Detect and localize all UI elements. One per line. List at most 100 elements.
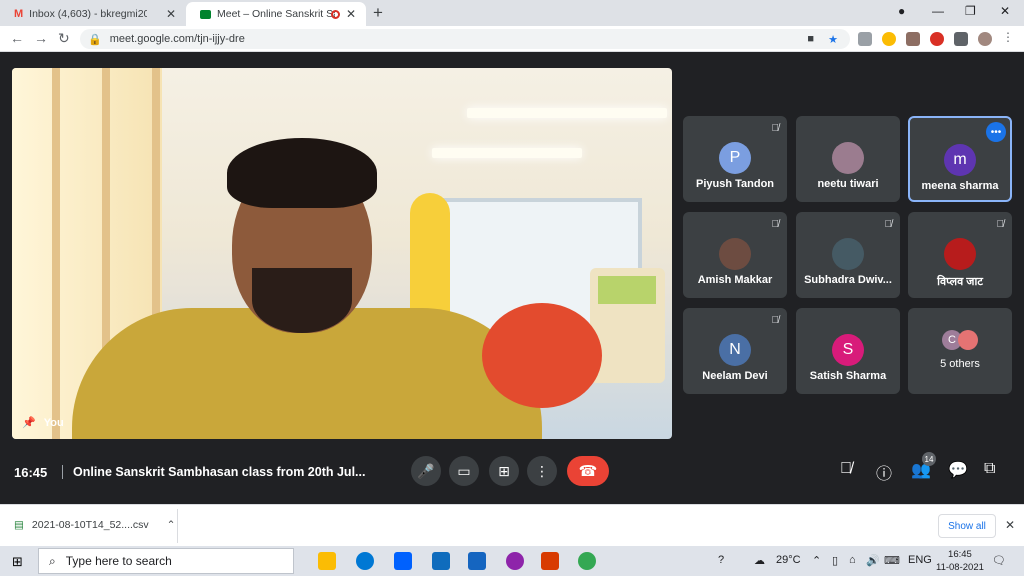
pencil-character: [410, 193, 450, 323]
participant-name: Neelam Devi: [702, 370, 768, 382]
participant-name: Subhadra Dwiv...: [804, 274, 892, 286]
chat-icon[interactable]: 💬: [948, 460, 968, 480]
microphone-button[interactable]: 🎤: [411, 456, 441, 486]
avatar: m: [944, 144, 976, 176]
download-item[interactable]: ▤ 2021-08-10T14_52....csv ⌃: [14, 519, 175, 531]
present-screen-button[interactable]: ⊞: [489, 456, 519, 486]
mic-off-icon: 🎙̸: [771, 315, 780, 326]
battery-icon[interactable]: ▯: [832, 554, 838, 567]
camera-icon[interactable]: ■: [807, 33, 814, 45]
more-options-button[interactable]: ⋮: [527, 456, 557, 486]
avatar: [958, 330, 978, 350]
participant-tile[interactable]: 🎙̸ N Neelam Devi: [683, 308, 787, 394]
chevron-up-icon[interactable]: ⌃: [167, 519, 176, 531]
puzzle-icon[interactable]: [954, 32, 968, 46]
file-explorer-icon[interactable]: [318, 552, 336, 570]
volume-icon[interactable]: 🔊: [866, 554, 880, 567]
weather-icon: ☁: [754, 555, 765, 567]
menu-dots-icon[interactable]: ⋮: [1002, 30, 1016, 44]
chevron-up-icon[interactable]: ⌃: [812, 554, 821, 567]
participant-name: meena sharma: [921, 180, 999, 192]
participant-tile[interactable]: S Satish Sharma: [796, 308, 900, 394]
avatar: N: [719, 334, 751, 366]
mute-all-icon[interactable]: 🎙̸: [840, 460, 852, 478]
reload-icon[interactable]: ↻: [58, 30, 70, 47]
close-shelf-icon[interactable]: ✕: [1005, 518, 1015, 532]
office-icon[interactable]: [541, 552, 559, 570]
participant-tile-active[interactable]: ••• m meena sharma: [908, 116, 1012, 202]
tab-search-icon[interactable]: ●: [898, 4, 905, 18]
network-icon[interactable]: ⌂: [849, 554, 856, 566]
mic-off-icon: 🎙̸: [771, 219, 780, 230]
participant-tile[interactable]: 🎙̸ विप्लव जाट: [908, 212, 1012, 298]
tab-gmail[interactable]: M Inbox (4,603) - bkregmi2016@gm ✕: [0, 2, 186, 26]
extension-icon[interactable]: [858, 32, 872, 46]
gmail-icon: M: [14, 8, 24, 20]
activities-icon[interactable]: ⧉: [984, 460, 995, 478]
search-placeholder: Type here to search: [65, 554, 172, 568]
pin-icon[interactable]: 📌: [22, 416, 36, 429]
system-clock[interactable]: 16:45 11-08-2021: [936, 548, 984, 574]
taskbar-search[interactable]: ⌕ Type here to search: [38, 548, 294, 574]
url-field[interactable]: 🔒 meet.google.com/tjn-ijjy-dre ■ ★: [80, 29, 850, 49]
participant-tile[interactable]: 🎙̸ Subhadra Dwiv...: [796, 212, 900, 298]
recording-icon: [331, 9, 340, 19]
calculator-character: [590, 268, 665, 383]
extension-icon[interactable]: [906, 32, 920, 46]
participant-tile[interactable]: neetu tiwari: [796, 116, 900, 202]
maximize-button[interactable]: ❐: [965, 4, 976, 18]
close-tab-icon[interactable]: ✕: [346, 7, 356, 21]
minimize-button[interactable]: —: [932, 4, 944, 18]
chrome-icon[interactable]: [578, 552, 596, 570]
show-all-button[interactable]: Show all: [938, 514, 996, 538]
self-video: 📌 You: [12, 68, 672, 439]
dropbox-icon[interactable]: [394, 552, 412, 570]
mic-off-icon: 🎙̸: [771, 123, 780, 134]
avatar: [832, 238, 864, 270]
self-name: You: [43, 416, 64, 429]
more-options-icon[interactable]: •••: [986, 122, 1006, 142]
avatar: S: [832, 334, 864, 366]
end-call-button[interactable]: ☎: [567, 456, 609, 486]
windows-start-icon[interactable]: ⊞: [12, 554, 23, 570]
new-tab-button[interactable]: +: [373, 3, 383, 23]
keyboard-icon[interactable]: ⌨: [884, 554, 900, 567]
extension-icon[interactable]: [882, 32, 896, 46]
app-icon[interactable]: [432, 552, 450, 570]
notifications-icon[interactable]: 🗨: [992, 554, 1006, 567]
profile-avatar[interactable]: [978, 32, 992, 46]
participant-tile[interactable]: 🎙̸ P Piyush Tandon: [683, 116, 787, 202]
tab-meet[interactable]: Meet – Online Sanskrit Samb ✕: [186, 2, 366, 26]
help-icon[interactable]: ?: [718, 554, 724, 566]
language-indicator[interactable]: ENG: [908, 554, 932, 566]
participant-name: neetu tiwari: [817, 178, 879, 190]
apple-character: [482, 303, 602, 408]
mic-off-icon: 🎙̸: [996, 219, 1005, 230]
camera-button[interactable]: ▭: [449, 456, 479, 486]
temperature[interactable]: 29°C: [776, 554, 801, 566]
clock-time: 16:45: [948, 549, 972, 560]
close-window-button[interactable]: ✕: [1000, 4, 1010, 18]
close-tab-icon[interactable]: ✕: [166, 7, 176, 21]
back-icon[interactable]: ←: [10, 30, 24, 46]
meeting-title: Online Sanskrit Sambhasan class from 20t…: [62, 465, 365, 479]
others-tile[interactable]: C 5 others: [908, 308, 1012, 394]
avatar: [832, 142, 864, 174]
csv-file-icon: ▤: [14, 519, 24, 531]
avatar: [719, 238, 751, 270]
download-filename: 2021-08-10T14_52....csv: [31, 519, 149, 531]
mail-icon[interactable]: [468, 552, 486, 570]
avatar: [944, 238, 976, 270]
extension-icon[interactable]: [930, 32, 944, 46]
app-icon[interactable]: [506, 552, 524, 570]
others-count: 5 others: [940, 358, 980, 370]
people-count-badge: 14: [922, 452, 936, 466]
bookmark-star-icon[interactable]: ★: [828, 33, 838, 46]
edge-icon[interactable]: [356, 552, 374, 570]
avatar: P: [719, 142, 751, 174]
forward-icon[interactable]: →: [34, 30, 48, 46]
search-icon: ⌕: [49, 553, 56, 568]
info-icon[interactable]: ⓘ: [876, 460, 892, 484]
participant-tile[interactable]: 🎙̸ Amish Makkar: [683, 212, 787, 298]
clock-date: 11-08-2021: [936, 562, 984, 573]
